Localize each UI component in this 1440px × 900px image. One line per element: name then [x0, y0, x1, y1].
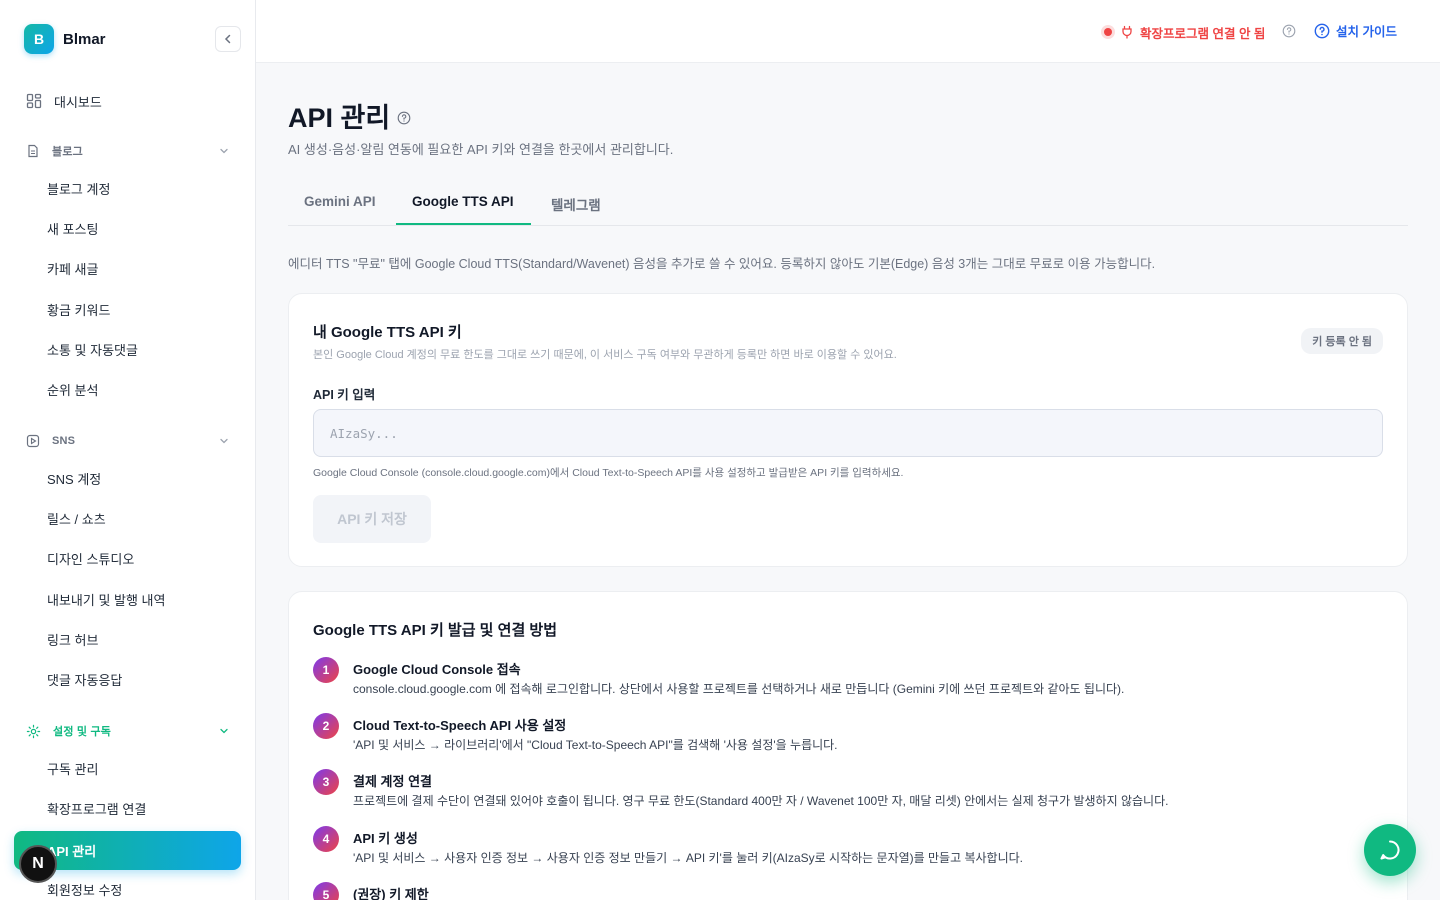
step-title: Google Cloud Console 접속	[353, 662, 521, 677]
install-guide-link[interactable]: 설치 가이드	[1314, 21, 1397, 40]
extension-status-label: 확장프로그램 연결 안 됨	[1140, 26, 1266, 41]
step-title: API 키 생성	[353, 831, 418, 846]
chevron-down-icon	[220, 148, 228, 154]
api-key-card-subtitle: 본인 Google Cloud 계정의 무료 한도를 그대로 쓰기 때문에, 이…	[313, 349, 897, 361]
sidebar-item-extension-connect[interactable]: 확장프로그램 연결	[47, 800, 146, 820]
sidebar-item-auto-comment[interactable]: 소통 및 자동댓글	[47, 341, 138, 361]
step-description: 프로젝트에 결제 수단이 연결돼 있어야 호출이 됩니다. 영구 무료 한도(S…	[353, 794, 1169, 808]
topbar: 확장프로그램 연결 안 됨 설치 가이드	[256, 0, 1440, 63]
tab-bar: Gemini API Google TTS API 텔레그램	[288, 184, 1408, 226]
guide-step: 1 Google Cloud Console 접속 console.cloud.…	[313, 657, 1383, 701]
tab-telegram[interactable]: 텔레그램	[551, 194, 601, 214]
sidebar: B Blmar 대시보드 블로그 블로그 계정 새 포스팅 카페 새글 황금 키…	[0, 0, 256, 900]
api-key-input[interactable]	[313, 409, 1383, 457]
api-key-input-label: API 키 입력	[313, 388, 376, 402]
guide-step: 3 결제 계정 연결 프로젝트에 결제 수단이 연결돼 있어야 호출이 됩니다.…	[313, 769, 1383, 813]
step-number: 4	[313, 826, 339, 852]
brand[interactable]: B Blmar	[24, 24, 106, 54]
guide-step: 5 (권장) 키 제한	[313, 882, 1383, 900]
api-key-card-title: 내 Google TTS API 키	[313, 324, 462, 341]
sidebar-item-rank-analysis[interactable]: 순위 분석	[47, 381, 98, 401]
help-circle-icon[interactable]	[397, 111, 411, 125]
sidebar-group-label: SNS	[52, 435, 76, 447]
step-title: (권장) 키 제한	[353, 887, 429, 900]
extension-status[interactable]: 확장프로그램 연결 안 됨	[1104, 22, 1265, 42]
step-title: 결제 계정 연결	[353, 774, 432, 789]
sidebar-item-design-studio[interactable]: 디자인 스튜디오	[47, 550, 134, 570]
step-description: console.cloud.google.com 에 접속해 로그인합니다. 상…	[353, 682, 1125, 696]
play-square-icon	[26, 434, 40, 448]
sidebar-item-golden-keyword[interactable]: 황금 키워드	[47, 301, 110, 321]
tab-google-tts-api[interactable]: Google TTS API	[412, 194, 514, 209]
sidebar-item-cafe-post[interactable]: 카페 새글	[47, 260, 98, 280]
step-number: 1	[313, 657, 339, 683]
status-badge: 키 등록 안 됨	[1301, 328, 1383, 354]
active-tab-indicator	[396, 223, 531, 225]
step-description: 'API 및 서비스 → 사용자 인증 정보 → 사용자 인증 정보 만들기 →…	[353, 851, 1024, 865]
chat-bubble-icon	[1380, 840, 1400, 860]
sidebar-item-export-history[interactable]: 내보내기 및 발행 내역	[47, 591, 165, 611]
sidebar-item-comment-autoreply[interactable]: 댓글 자동응답	[47, 671, 122, 691]
step-number: 5	[313, 882, 339, 900]
chevron-left-icon	[224, 34, 231, 44]
page-description: AI 생성·음성·알림 연동에 필요한 API 키와 연결을 한곳에서 관리합니…	[288, 142, 674, 157]
guide-card-title: Google TTS API 키 발급 및 연결 방법	[313, 622, 558, 639]
sidebar-item-link-hub[interactable]: 링크 허브	[47, 631, 98, 651]
sidebar-group-settings[interactable]: 설정 및 구독	[26, 721, 230, 741]
api-key-card: 내 Google TTS API 키 본인 Google Cloud 계정의 무…	[288, 293, 1408, 567]
chevron-down-icon	[220, 438, 228, 444]
guide-card: Google TTS API 키 발급 및 연결 방법 1 Google Clo…	[288, 591, 1408, 900]
sidebar-item-label: 대시보드	[54, 94, 102, 110]
step-description: 'API 및 서비스 → 라이브러리'에서 "Cloud Text-to-Spe…	[353, 738, 838, 752]
sidebar-group-blog[interactable]: 블로그	[26, 141, 230, 161]
save-api-key-button[interactable]: API 키 저장	[313, 495, 431, 543]
chevron-down-icon	[220, 728, 228, 734]
sidebar-item-new-post[interactable]: 새 포스팅	[47, 220, 98, 240]
guide-step: 4 API 키 생성 'API 및 서비스 → 사용자 인증 정보 → 사용자 …	[313, 826, 1383, 870]
brand-logo: B	[24, 24, 54, 54]
sidebar-item-reels-shorts[interactable]: 릴스 / 쇼츠	[47, 510, 106, 530]
sidebar-item-subscription[interactable]: 구독 관리	[47, 760, 98, 780]
step-number: 2	[313, 713, 339, 739]
sidebar-group-label: 블로그	[52, 146, 83, 158]
grid-icon	[26, 93, 42, 109]
sidebar-item-profile-edit[interactable]: 회원정보 수정	[47, 881, 122, 900]
plug-icon	[1122, 25, 1132, 39]
sidebar-group-label: 설정 및 구독	[53, 726, 112, 738]
tts-note: 에디터 TTS "무료" 탭에 Google Cloud TTS(Standar…	[288, 257, 1156, 271]
avatar[interactable]: N	[19, 845, 57, 883]
sidebar-group-sns[interactable]: SNS	[26, 431, 230, 451]
sidebar-item-dashboard[interactable]: 대시보드	[26, 90, 102, 112]
collapse-sidebar-button[interactable]	[215, 26, 241, 52]
install-guide-label: 설치 가이드	[1336, 25, 1397, 39]
guide-step: 2 Cloud Text-to-Speech API 사용 설정 'API 및 …	[313, 713, 1383, 757]
help-circle-icon	[1314, 23, 1330, 38]
help-circle-icon[interactable]	[1282, 24, 1296, 38]
api-key-help-text: Google Cloud Console (console.cloud.goog…	[313, 467, 904, 479]
brand-name: Blmar	[63, 30, 106, 48]
chat-button[interactable]	[1364, 824, 1416, 876]
sidebar-item-sns-account[interactable]: SNS 계정	[47, 470, 101, 490]
step-title: Cloud Text-to-Speech API 사용 설정	[353, 718, 567, 733]
sidebar-item-blog-account[interactable]: 블로그 계정	[47, 180, 110, 200]
page-title-row: API 관리	[288, 96, 411, 135]
document-icon	[28, 144, 38, 158]
status-dot	[1104, 28, 1112, 36]
page-title: API 관리	[288, 103, 391, 133]
gear-icon	[26, 724, 41, 738]
tab-gemini-api[interactable]: Gemini API	[304, 194, 376, 209]
step-number: 3	[313, 769, 339, 795]
